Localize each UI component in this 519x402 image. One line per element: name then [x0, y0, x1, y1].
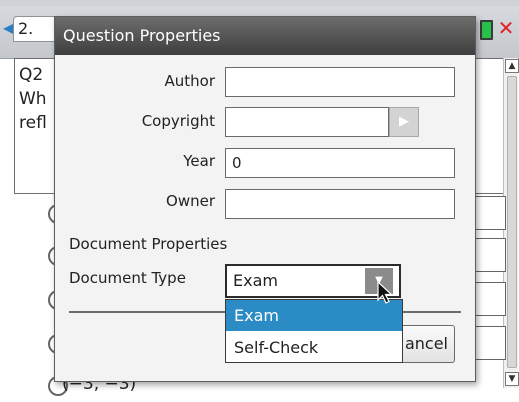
question-text-line-2: refl: [19, 113, 47, 133]
dialog-title: Question Properties: [55, 17, 475, 55]
scroll-up-icon[interactable]: ▲: [505, 59, 519, 73]
answer-check-box[interactable]: [474, 282, 506, 316]
document-type-value: Exam: [233, 271, 278, 290]
battery-icon: [480, 20, 493, 40]
question-number: Q2: [19, 65, 44, 85]
author-label: Author: [164, 72, 215, 90]
pointer-cursor-icon: [377, 280, 394, 304]
scroll-thumb[interactable]: [507, 76, 517, 368]
chevron-right-icon[interactable]: ▶: [389, 107, 419, 137]
author-field[interactable]: [225, 67, 455, 97]
copyright-field[interactable]: [225, 107, 389, 137]
document-type-dropdown: Exam Self-Check: [225, 299, 403, 363]
document-type-label: Document Type: [69, 269, 186, 287]
question-text-line-1: Wh: [19, 89, 47, 109]
chevron-left-icon[interactable]: ◀: [3, 18, 15, 38]
answer-check-box[interactable]: [474, 326, 506, 360]
close-icon[interactable]: ✕: [496, 16, 516, 40]
answer-check-box[interactable]: [474, 238, 506, 272]
tab-problem-2[interactable]: 2.: [13, 16, 59, 42]
question-properties-dialog: Question Properties Author Copyright ▶ Y…: [54, 16, 476, 382]
year-field[interactable]: 0: [225, 148, 455, 178]
document-type-select[interactable]: Exam ▼: [225, 264, 401, 298]
answer-check-box[interactable]: [474, 196, 506, 230]
dropdown-option-self-check[interactable]: Self-Check: [226, 332, 402, 363]
owner-label: Owner: [166, 192, 215, 210]
document-properties-heading: Document Properties: [69, 235, 228, 253]
copyright-label: Copyright: [141, 112, 215, 130]
owner-field[interactable]: [225, 189, 455, 219]
year-label: Year: [183, 152, 215, 170]
scroll-down-icon[interactable]: ▼: [505, 372, 519, 386]
